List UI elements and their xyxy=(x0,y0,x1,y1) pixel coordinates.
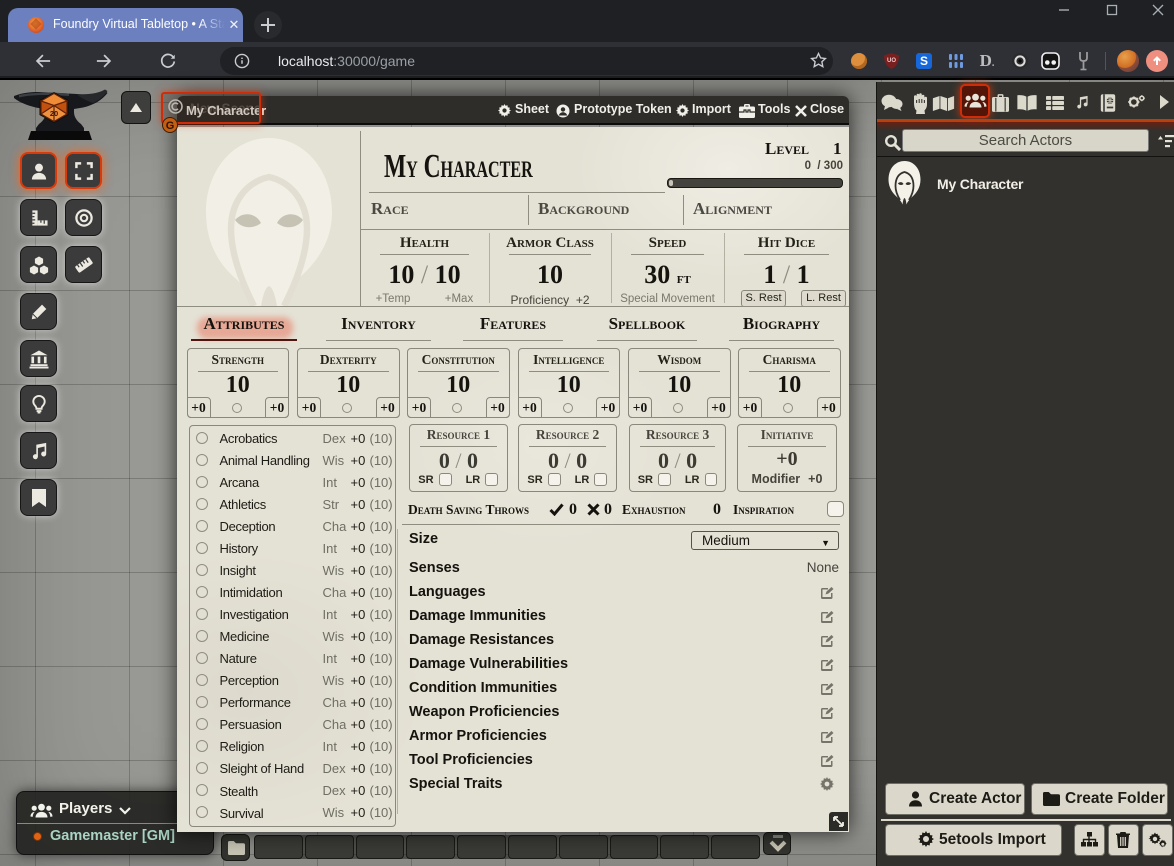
svg-text:UO: UO xyxy=(887,58,896,64)
svg-text:20: 20 xyxy=(50,109,58,118)
